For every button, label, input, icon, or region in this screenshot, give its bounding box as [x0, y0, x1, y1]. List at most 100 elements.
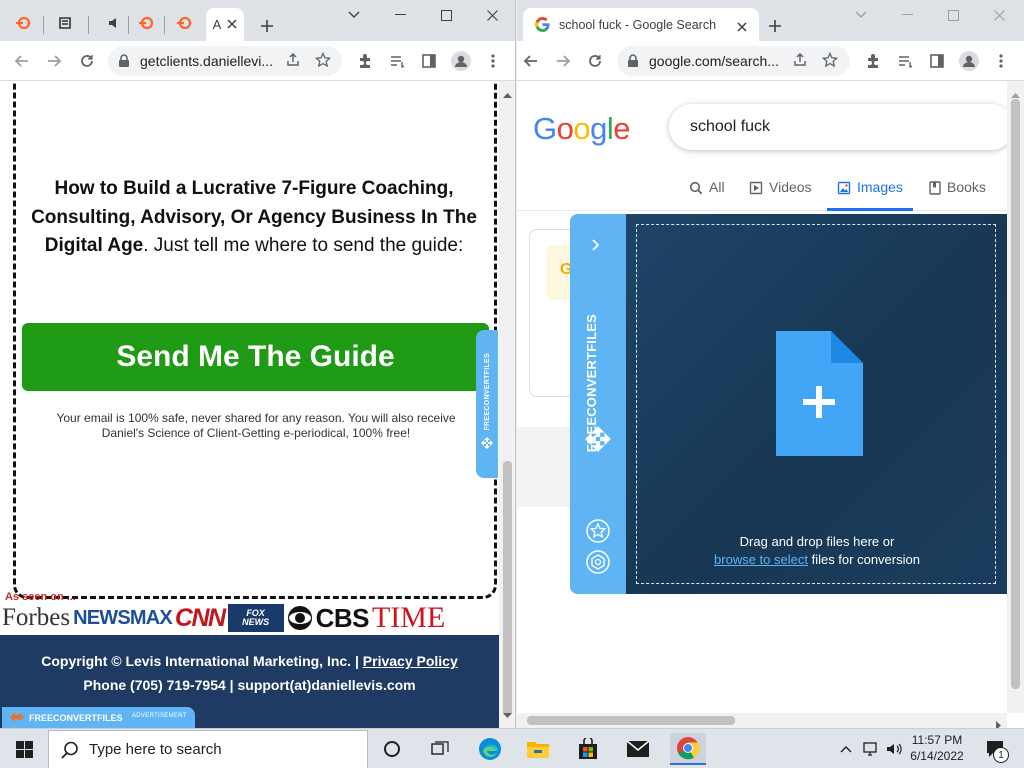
- advertisement-label: ADVERTISEMENT: [132, 713, 187, 719]
- right-horizontal-scrollbar[interactable]: [517, 713, 1007, 728]
- system-clock[interactable]: 11:57 PM 6/14/2022: [902, 732, 972, 764]
- file-explorer-icon[interactable]: [522, 733, 554, 765]
- scroll-up-arrow[interactable]: [503, 85, 512, 103]
- fcf-ad-bar[interactable]: FREECONVERTFILES ADVERTISEMENT: [2, 707, 195, 728]
- send-guide-button[interactable]: Send Me The Guide: [22, 323, 489, 391]
- forward-button[interactable]: [551, 49, 575, 73]
- windows-taskbar: Type here to search 11:57 PM 6/14/2022 1: [0, 728, 1024, 768]
- notification-center-icon[interactable]: 1: [980, 733, 1012, 765]
- drop-suffix: files for conversion: [807, 552, 920, 567]
- right-vertical-scrollbar[interactable]: [1007, 81, 1024, 713]
- tab-5[interactable]: [170, 8, 198, 41]
- taskbar-search-box[interactable]: Type here to search: [48, 730, 368, 768]
- clock-time: 11:57 PM: [911, 733, 963, 747]
- maximize-button[interactable]: [930, 0, 976, 30]
- scroll-down-arrow[interactable]: [503, 706, 512, 724]
- side-panel-icon[interactable]: [417, 49, 441, 73]
- new-tab-button[interactable]: [761, 12, 789, 40]
- fcf-arrows-icon: [583, 424, 613, 459]
- chrome-taskbar-icon[interactable]: [670, 733, 706, 765]
- tab-1[interactable]: [8, 8, 38, 41]
- url-text: google.com/search...: [649, 53, 779, 69]
- google-results-page: Google school fuck All Videos Images Boo…: [517, 81, 1007, 713]
- reload-button[interactable]: [583, 49, 607, 73]
- reload-button[interactable]: [75, 49, 99, 73]
- favorite-star-icon[interactable]: [586, 519, 610, 548]
- search-input[interactable]: school fuck: [669, 104, 1007, 150]
- tab-search-button[interactable]: [838, 0, 884, 30]
- tab-3[interactable]: [100, 8, 128, 41]
- task-view-icon[interactable]: [424, 733, 456, 765]
- left-scroll-thumb[interactable]: [503, 461, 512, 716]
- add-file-icon[interactable]: [776, 331, 863, 461]
- browse-link[interactable]: browse to select: [714, 552, 808, 567]
- tab-videos[interactable]: Videos: [749, 179, 812, 211]
- freeconvertfiles-side-tab[interactable]: FREECONVERTFILES: [476, 330, 498, 478]
- tab-books-label: Books: [947, 179, 986, 195]
- address-bar[interactable]: getclients.daniellevi...: [108, 46, 342, 76]
- contact-line: Phone (705) 719-7954 | support(at)daniel…: [83, 677, 416, 693]
- minimize-button[interactable]: [884, 0, 930, 30]
- close-window-button[interactable]: [469, 0, 515, 30]
- bookmark-star-icon[interactable]: [314, 51, 332, 71]
- side-panel-icon[interactable]: [925, 49, 949, 73]
- privacy-policy-link[interactable]: Privacy Policy: [363, 653, 458, 669]
- h-scroll-thumb[interactable]: [527, 716, 735, 725]
- scroll-right-arrow[interactable]: [996, 717, 1002, 728]
- tab-books[interactable]: Books: [929, 179, 986, 211]
- right-scroll-thumb[interactable]: [1011, 99, 1020, 689]
- new-tab-button[interactable]: [253, 12, 281, 40]
- notification-badge: 1: [993, 747, 1009, 763]
- google-logo[interactable]: Google: [533, 111, 631, 147]
- settings-hexagon-icon[interactable]: [586, 550, 610, 579]
- close-tab-icon[interactable]: [737, 20, 747, 35]
- minimize-button[interactable]: [377, 0, 423, 30]
- copyright-text: Copyright © Levis International Marketin…: [41, 653, 363, 669]
- reading-list-icon[interactable]: [893, 49, 917, 73]
- extensions-icon[interactable]: [861, 49, 885, 73]
- book-icon: [929, 181, 941, 198]
- close-tab-icon[interactable]: [227, 17, 237, 32]
- tab-images[interactable]: Images: [827, 179, 913, 211]
- extension-icon: [57, 15, 73, 34]
- edge-icon[interactable]: [474, 733, 506, 765]
- lock-icon: [627, 54, 639, 68]
- back-button[interactable]: [10, 49, 34, 73]
- network-icon[interactable]: [858, 733, 884, 765]
- share-icon[interactable]: [285, 52, 301, 71]
- maximize-button[interactable]: [423, 0, 469, 30]
- left-vertical-scrollbar[interactable]: [499, 81, 515, 728]
- menu-kebab-icon[interactable]: [481, 49, 505, 73]
- profile-avatar[interactable]: [449, 49, 473, 73]
- windows-start-icon[interactable]: [8, 733, 40, 765]
- tab-active[interactable]: A: [206, 8, 244, 41]
- mail-icon[interactable]: [622, 733, 654, 765]
- collapse-chevron-icon[interactable]: [592, 238, 600, 256]
- cortana-icon[interactable]: [376, 733, 408, 765]
- reading-list-icon[interactable]: [385, 49, 409, 73]
- bookmark-star-icon[interactable]: [821, 51, 839, 71]
- microsoft-store-icon[interactable]: [572, 733, 604, 765]
- file-dropzone[interactable]: Drag and drop files here or browse to se…: [636, 224, 996, 584]
- forward-button[interactable]: [42, 49, 66, 73]
- fcf-drop-area: Drag and drop files here or browse to se…: [626, 214, 1007, 594]
- share-icon[interactable]: [792, 52, 808, 71]
- extensions-icon[interactable]: [353, 49, 377, 73]
- profile-avatar[interactable]: [957, 49, 981, 73]
- fcf-ad-brand: FREECONVERTFILES: [29, 712, 123, 723]
- tab-search-button[interactable]: [331, 0, 377, 30]
- back-button[interactable]: [519, 49, 543, 73]
- tab-2[interactable]: [50, 8, 80, 41]
- lock-icon: [118, 54, 130, 68]
- tab-all[interactable]: All: [689, 179, 725, 211]
- tab-4[interactable]: [132, 8, 160, 41]
- semrush-icon: [15, 15, 31, 34]
- google-search-tab[interactable]: school fuck - Google Search: [523, 8, 759, 41]
- address-bar[interactable]: google.com/search...: [617, 46, 850, 76]
- menu-kebab-icon[interactable]: [989, 49, 1013, 73]
- search-icon: [689, 181, 703, 198]
- copyright-line: Copyright © Levis International Marketin…: [0, 653, 499, 669]
- show-hidden-icons-chevron[interactable]: [834, 733, 858, 765]
- landing-page: How to Build a Lucrative 7-Figure Coachi…: [0, 81, 499, 728]
- close-window-button[interactable]: [976, 0, 1022, 30]
